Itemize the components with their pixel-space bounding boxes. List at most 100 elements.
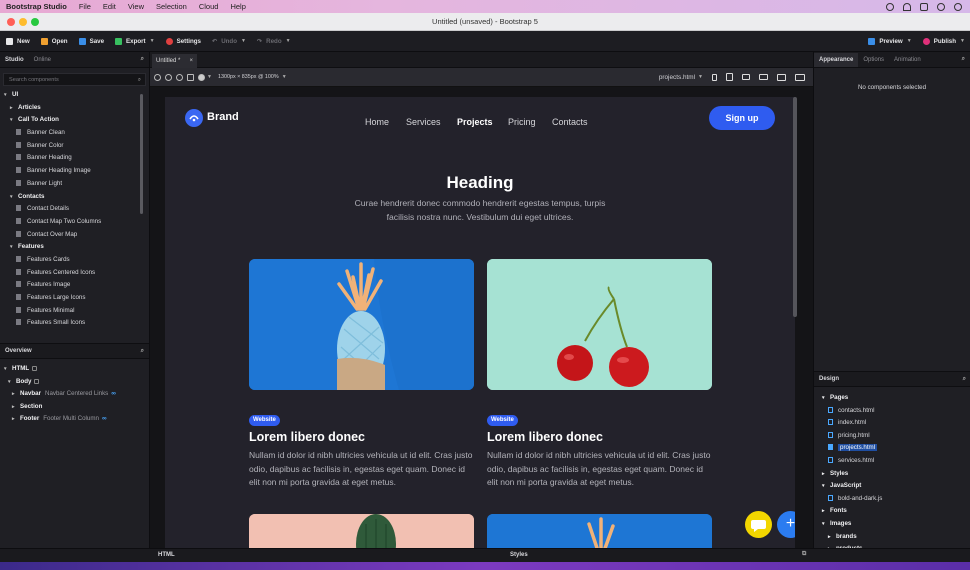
overview-section[interactable]: ▸ Section <box>0 401 149 414</box>
layers-icon[interactable] <box>198 73 205 81</box>
canvas-scrollbar[interactable] <box>793 97 797 317</box>
component-features-minimal[interactable]: Features Minimal <box>0 305 149 318</box>
search-icon[interactable] <box>937 2 945 11</box>
page-select[interactable]: projects.html <box>659 74 695 81</box>
styles-panel-toggle[interactable]: Styles <box>510 552 528 558</box>
menu-edit[interactable]: Edit <box>103 2 116 11</box>
component-search-input[interactable]: Search components ⌕ <box>3 73 146 86</box>
save-button[interactable]: Save <box>78 37 104 45</box>
component-banner-heading[interactable]: Banner Heading <box>0 152 149 165</box>
design-fonts[interactable]: ▸ Fonts <box>814 505 970 518</box>
component-banner-color[interactable]: Banner Color <box>0 140 149 153</box>
tablet-landscape-icon[interactable] <box>742 74 750 80</box>
page-file[interactable]: index.html <box>814 417 970 430</box>
component-contacts[interactable]: ▾ Contacts <box>0 191 149 204</box>
design-javascript[interactable]: ▾ JavaScript <box>814 480 970 493</box>
minimize-window-button[interactable] <box>19 18 27 26</box>
overview-html[interactable]: ▾ HTML <box>0 363 149 376</box>
publish-button[interactable]: Publish ▼ <box>922 37 965 45</box>
control-center-icon[interactable] <box>920 2 928 11</box>
component-contact-over-map[interactable]: Contact Over Map <box>0 229 149 242</box>
menu-help[interactable]: Help <box>230 2 245 11</box>
tab-appearance[interactable]: Appearance <box>814 52 859 67</box>
component-articles[interactable]: ▸ Articles <box>0 102 149 115</box>
close-icon[interactable]: × <box>189 54 193 68</box>
expand-icon[interactable]: ⧉ <box>802 551 806 558</box>
undo-button[interactable]: ↶ Undo ▼ <box>212 38 246 45</box>
search-icon[interactable]: ⌕ <box>136 56 149 63</box>
page-file[interactable]: contacts.html <box>814 405 970 418</box>
wide-desktop-icon[interactable] <box>795 73 805 81</box>
signup-button[interactable]: Sign up <box>709 106 775 130</box>
html-panel-toggle[interactable]: HTML <box>158 552 175 558</box>
zoom-out-icon[interactable] <box>165 73 172 81</box>
zoom-in-icon[interactable] <box>154 73 161 81</box>
brand-name[interactable]: Brand <box>207 111 239 123</box>
component-banner-clean[interactable]: Banner Clean <box>0 127 149 140</box>
page-file-selected[interactable]: projects.html <box>814 442 970 455</box>
component-contact-map-two-columns[interactable]: Contact Map Two Columns <box>0 216 149 229</box>
js-file[interactable]: bold-and-dark.js <box>814 493 970 506</box>
component-banner-heading-image[interactable]: Banner Heading Image <box>0 165 149 178</box>
chevron-down-icon[interactable]: ▼ <box>282 74 287 80</box>
laptop-icon[interactable] <box>759 74 768 80</box>
menu-selection[interactable]: Selection <box>156 2 187 11</box>
maximize-window-button[interactable] <box>31 18 39 26</box>
tab-untitled[interactable]: Untitled * × <box>152 54 197 68</box>
menu-file[interactable]: File <box>79 2 91 11</box>
component-features[interactable]: ▾ Features <box>0 241 149 254</box>
nav-projects[interactable]: Projects <box>457 117 493 127</box>
tab-studio[interactable]: Studio <box>0 57 29 63</box>
open-button[interactable]: Open <box>40 37 68 45</box>
desktop-icon[interactable] <box>777 73 786 81</box>
status-icon[interactable] <box>886 2 894 11</box>
overview-footer[interactable]: ▸ Footer Footer Multi Column ∞ <box>0 413 149 426</box>
component-features-small-icons[interactable]: Features Small Icons <box>0 317 149 329</box>
overview-navbar[interactable]: ▸ Navbar Navbar Centered Links ∞ <box>0 388 149 401</box>
app-menu[interactable]: Bootstrap Studio <box>6 2 67 11</box>
siri-icon[interactable] <box>954 2 962 11</box>
preview-button[interactable]: Preview ▼ <box>868 37 912 45</box>
site-preview[interactable]: Brand Home Services Projects Pricing Con… <box>165 97 795 548</box>
redo-button[interactable]: ↷ Redo ▼ <box>257 38 291 45</box>
new-button[interactable]: New <box>6 37 30 45</box>
design-pages[interactable]: ▾ Pages <box>814 392 970 405</box>
tablet-portrait-icon[interactable] <box>726 73 733 81</box>
component-banner-light[interactable]: Banner Light <box>0 178 149 191</box>
settings-button[interactable]: Settings <box>165 37 201 45</box>
add-button[interactable]: + <box>777 511 795 538</box>
page-file[interactable]: services.html <box>814 455 970 468</box>
component-features-large-icons[interactable]: Features Large Icons <box>0 292 149 305</box>
close-window-button[interactable] <box>7 18 15 26</box>
component-ui[interactable]: ▾ UI <box>0 89 149 102</box>
nav-contacts[interactable]: Contacts <box>552 117 588 127</box>
search-icon[interactable]: ⌕ <box>958 376 970 383</box>
design-images[interactable]: ▾ Images <box>814 518 970 531</box>
phone-icon[interactable] <box>712 73 717 81</box>
menu-cloud[interactable]: Cloud <box>199 2 219 11</box>
nav-services[interactable]: Services <box>406 117 441 127</box>
component-tree-scrollbar[interactable] <box>140 94 143 214</box>
export-button[interactable]: Export ▼ <box>115 37 155 45</box>
tab-options[interactable]: Options <box>858 57 889 63</box>
component-contact-details[interactable]: Contact Details <box>0 203 149 216</box>
menu-view[interactable]: View <box>128 2 144 11</box>
tab-animation[interactable]: Animation <box>889 57 926 63</box>
chat-button[interactable] <box>745 511 772 538</box>
images-brands[interactable]: ▸ brands <box>814 531 970 544</box>
search-icon[interactable]: ⌕ <box>957 56 970 63</box>
tab-online[interactable]: Online <box>29 57 56 63</box>
overview-body[interactable]: ▾ Body <box>0 376 149 389</box>
search-icon[interactable]: ⌕ <box>136 348 149 355</box>
component-features-centered-icons[interactable]: Features Centered Icons <box>0 267 149 280</box>
nav-pricing[interactable]: Pricing <box>508 117 536 127</box>
image-icon[interactable] <box>187 73 194 81</box>
component-features-cards[interactable]: Features Cards <box>0 254 149 267</box>
wifi-icon[interactable] <box>903 2 911 11</box>
component-call-to-action[interactable]: ▾ Call To Action <box>0 114 149 127</box>
component-features-image[interactable]: Features Image <box>0 279 149 292</box>
design-styles[interactable]: ▸ Styles <box>814 468 970 481</box>
page-file[interactable]: pricing.html <box>814 430 970 443</box>
nav-home[interactable]: Home <box>365 117 389 127</box>
disable-icon[interactable] <box>176 73 183 81</box>
